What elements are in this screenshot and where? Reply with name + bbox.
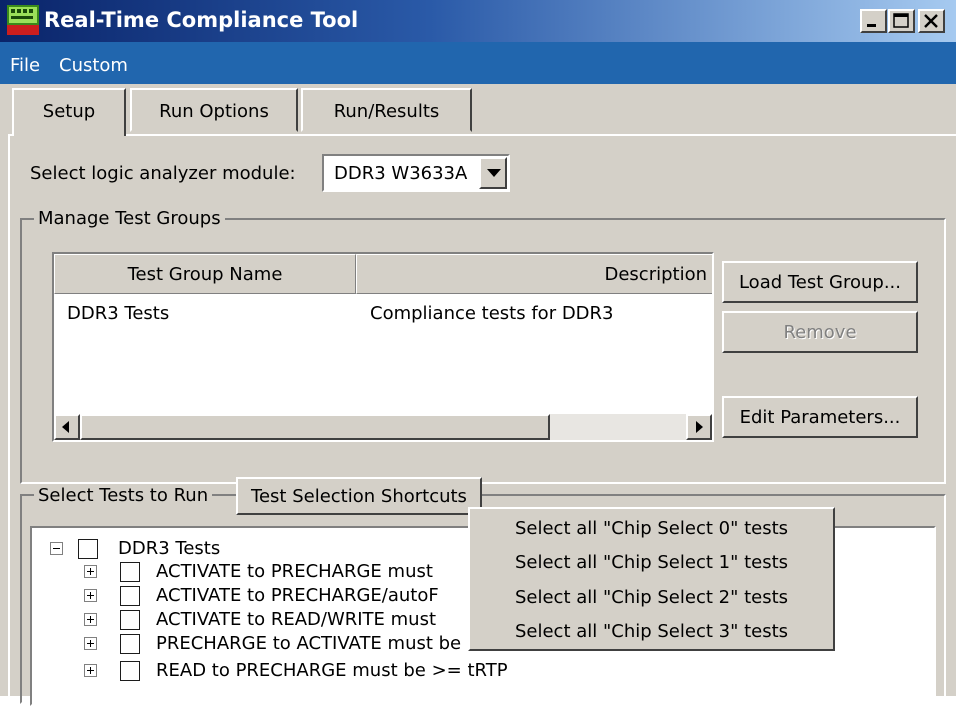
scrollbar-thumb[interactable]: [80, 414, 550, 440]
module-label: Select logic analyzer module:: [30, 163, 296, 184]
expand-icon[interactable]: [84, 589, 97, 602]
tab-run-options[interactable]: Run Options: [130, 88, 298, 132]
module-dropdown-button[interactable]: [479, 157, 507, 189]
app-window: Real-Time Compliance Tool File Custom Se…: [0, 0, 956, 706]
test-checkbox[interactable]: [120, 586, 140, 606]
menu-item-chip-select-3[interactable]: Select all "Chip Select 3" tests: [470, 621, 833, 642]
maximize-icon: [893, 13, 909, 28]
menu-file[interactable]: File: [10, 55, 40, 76]
logic-analyzer-app-icon: [7, 5, 39, 35]
root-checkbox[interactable]: [78, 539, 98, 559]
test-group-name-cell[interactable]: DDR3 Tests: [67, 303, 169, 324]
menu-custom[interactable]: Custom: [59, 55, 128, 76]
window-title: Real-Time Compliance Tool: [44, 8, 359, 32]
tab-setup[interactable]: Setup: [12, 88, 126, 136]
arrow-right-icon: [696, 421, 703, 433]
manage-test-groups-title: Manage Test Groups: [34, 208, 225, 229]
horizontal-scrollbar[interactable]: [54, 414, 712, 440]
menu-item-chip-select-1[interactable]: Select all "Chip Select 1" tests: [470, 552, 833, 573]
test-checkbox[interactable]: [120, 661, 140, 681]
tree-node[interactable]: READ to PRECHARGE must be >= tRTP: [32, 660, 932, 682]
tree-node-label: DDR3 Tests: [118, 538, 221, 559]
load-test-group-button[interactable]: Load Test Group...: [722, 261, 918, 303]
column-header-description[interactable]: Description: [356, 254, 712, 294]
test-checkbox[interactable]: [120, 562, 140, 582]
scroll-right-button[interactable]: [686, 414, 712, 440]
module-select-value: DDR3 W3633A: [334, 163, 468, 184]
test-group-description-cell[interactable]: Compliance tests for DDR3: [370, 303, 614, 324]
test-group-list[interactable]: Test Group Name Description DDR3 Tests C…: [52, 252, 714, 442]
select-tests-title: Select Tests to Run: [34, 485, 213, 506]
menu-item-chip-select-0[interactable]: Select all "Chip Select 0" tests: [470, 518, 833, 539]
chevron-down-icon: [487, 169, 501, 177]
test-checkbox[interactable]: [120, 634, 140, 654]
collapse-icon[interactable]: [50, 542, 63, 555]
tab-run-results[interactable]: Run/Results: [301, 88, 472, 132]
expand-icon[interactable]: [84, 613, 97, 626]
minimize-icon: [867, 24, 876, 27]
shortcuts-popup-menu: Select all "Chip Select 0" tests Select …: [468, 507, 835, 651]
tree-node-label: ACTIVATE to READ/WRITE must: [156, 609, 437, 630]
close-icon: [924, 14, 938, 28]
minimize-button[interactable]: [860, 9, 887, 33]
expand-icon[interactable]: [84, 565, 97, 578]
module-select[interactable]: DDR3 W3633A: [322, 154, 510, 192]
test-selection-shortcuts-button[interactable]: Test Selection Shortcuts: [236, 477, 482, 515]
scroll-left-button[interactable]: [54, 414, 80, 440]
column-header-test-group-name[interactable]: Test Group Name: [54, 254, 356, 294]
expand-icon[interactable]: [84, 637, 97, 650]
menu-item-chip-select-2[interactable]: Select all "Chip Select 2" tests: [470, 587, 833, 608]
title-bar[interactable]: Real-Time Compliance Tool: [0, 0, 956, 42]
menu-bar: File Custom: [0, 42, 956, 84]
test-checkbox[interactable]: [120, 610, 140, 630]
tree-node-label: ACTIVATE to PRECHARGE/autoF: [156, 585, 439, 606]
tree-node-label: ACTIVATE to PRECHARGE must: [156, 561, 433, 582]
edit-parameters-button[interactable]: Edit Parameters...: [722, 396, 918, 438]
expand-icon[interactable]: [84, 664, 97, 677]
arrow-left-icon: [62, 421, 69, 433]
remove-button[interactable]: Remove: [722, 311, 918, 353]
close-button[interactable]: [918, 9, 945, 33]
tree-node-label: READ to PRECHARGE must be >= tRTP: [156, 660, 508, 681]
maximize-button[interactable]: [888, 9, 915, 33]
